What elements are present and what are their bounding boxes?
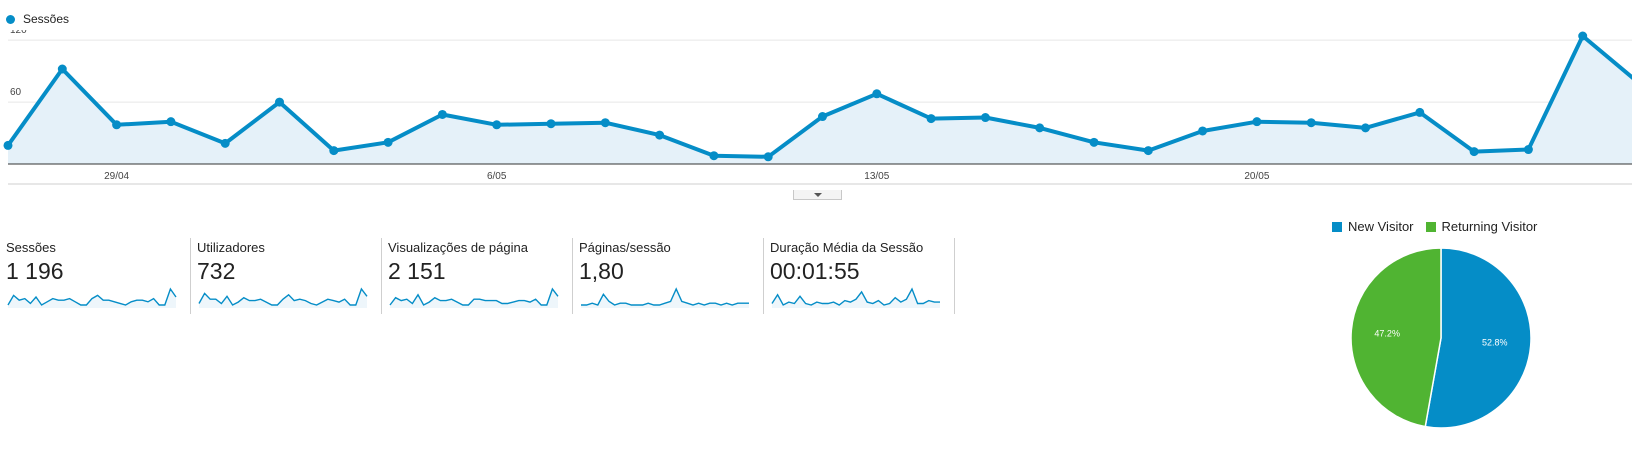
data-point[interactable] [655,130,665,140]
data-point[interactable] [926,114,936,124]
chart-legend: Sessões [6,12,69,26]
data-point[interactable] [872,89,882,99]
data-point[interactable] [1143,146,1153,156]
metric-value: 00:01:55 [770,258,860,284]
metric-label: Sessões [6,240,56,255]
data-point[interactable] [57,64,67,74]
metric-value: 1 196 [6,258,64,284]
pie-slice-label: 47.2% [1374,328,1400,338]
x-tick-label: 6/05 [487,171,507,182]
metric-duracao[interactable]: Duração Média da Sessão 00:01:55 [770,238,955,314]
data-point[interactable] [1523,145,1533,155]
metric-value: 1,80 [579,258,624,284]
data-point[interactable] [1252,117,1262,127]
visitor-pie-chart: 52.8% 47.2% [1350,247,1532,429]
metric-value: 2 151 [388,258,446,284]
data-point[interactable] [1306,118,1316,128]
data-point[interactable] [709,151,719,161]
data-point[interactable] [220,138,230,148]
metric-label: Páginas/sessão [579,240,671,255]
legend-label-sessoes: Sessões [23,12,70,26]
data-point[interactable] [980,113,990,123]
metric-paginas-sessao[interactable]: Páginas/sessão 1,80 [579,238,764,314]
chart-range-scrubber[interactable] [793,190,842,200]
data-point[interactable] [546,119,556,129]
pie-legend: New Visitor Returning Visitor [1332,219,1549,234]
data-point[interactable] [112,120,122,130]
data-point[interactable] [275,97,284,107]
x-tick-label: 29/04 [104,171,129,182]
data-point[interactable] [600,118,610,128]
legend-label: Returning Visitor [1441,219,1538,234]
legend-item-returning-visitor[interactable]: Returning Visitor [1425,219,1538,234]
metric-sessoes[interactable]: Sessões 1 196 [6,238,191,314]
metric-value: 732 [197,258,236,284]
sparkline [581,287,749,308]
sparkline [198,287,368,308]
sparkline [389,287,559,308]
x-tick-label: 20/05 [1244,171,1269,182]
metric-visualizacoes[interactable]: Visualizações de página 2 151 [388,238,573,314]
data-point[interactable] [1361,123,1370,133]
series-area [8,36,1632,164]
legend-label: New Visitor [1348,219,1414,234]
data-point[interactable] [437,109,447,119]
data-point[interactable] [1035,123,1045,133]
data-point[interactable] [818,112,827,122]
pie-slice-label: 52.8% [1482,338,1508,348]
data-point[interactable] [1089,137,1099,147]
sparkline [771,287,940,308]
returning-visitor-swatch [1425,221,1436,232]
sessions-line-chart: 60 120 29/04 6/05 13/05 20/05 [3,30,1632,185]
y-tick-label: 120 [10,30,27,36]
metric-utilizadores[interactable]: Utilizadores 732 [197,238,382,314]
data-point[interactable] [329,146,339,156]
legend-item-new-visitor[interactable]: New Visitor [1332,219,1414,234]
sessoes-legend-dot [6,14,15,24]
x-tick-label: 13/05 [864,171,889,182]
data-point[interactable] [3,140,13,150]
data-point[interactable] [383,137,393,147]
data-point[interactable] [1578,31,1588,41]
data-point[interactable] [1415,107,1425,117]
new-visitor-swatch [1332,221,1342,232]
data-point[interactable] [166,117,176,127]
y-tick-label: 60 [10,87,22,98]
data-point[interactable] [1469,147,1479,157]
metric-label: Visualizações de página [388,240,528,255]
chevron-down-icon [814,193,822,197]
metric-label: Utilizadores [197,240,265,255]
metric-label: Duração Média da Sessão [770,240,924,255]
sparkline [7,287,177,308]
data-point[interactable] [492,120,502,130]
data-point[interactable] [1198,126,1208,136]
data-point[interactable] [763,152,773,162]
